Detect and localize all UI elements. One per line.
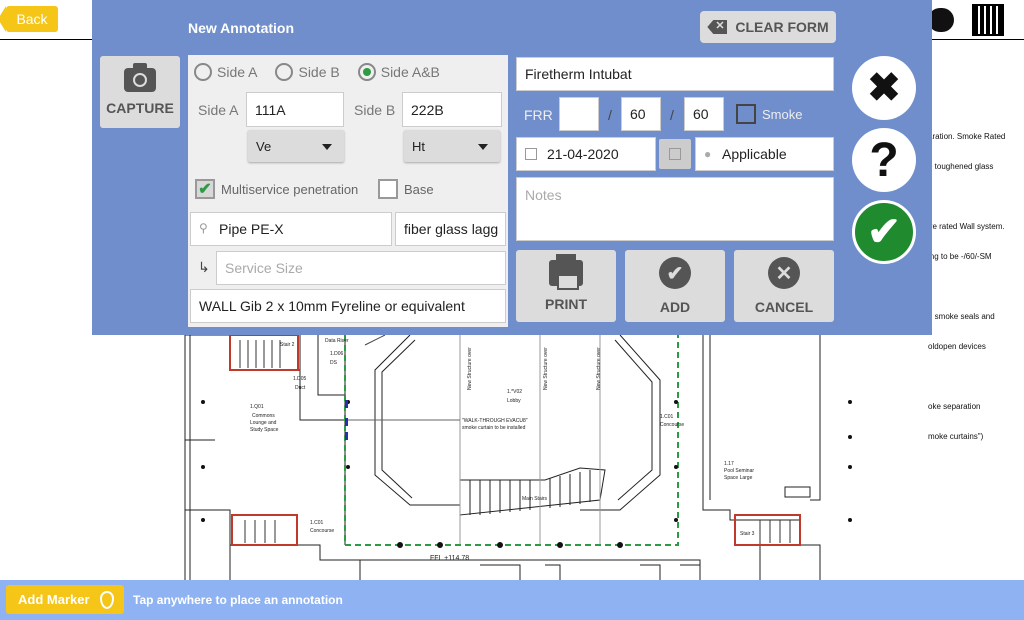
side-b-input[interactable]: 222B <box>402 92 502 127</box>
label-q01: 1.Q01 <box>250 404 264 410</box>
label-ffl: FFL +114.78 <box>430 555 469 562</box>
label-d05: 1.D05 <box>293 376 307 382</box>
label-v02: 1.*V02 <box>507 389 522 395</box>
cancel-button[interactable]: ✕ CANCEL <box>734 250 834 322</box>
label-stair2: Stair 2 <box>280 342 295 348</box>
side-b-select[interactable]: Ht <box>404 130 500 162</box>
check-icon: ✔ <box>195 179 215 199</box>
label-curtain: smoke curtain to be installed <box>462 425 526 431</box>
label-new-structure-1: New Structure over <box>467 347 473 390</box>
frr-input-3[interactable]: 60 <box>684 97 724 131</box>
radio-side-ab[interactable]: Side A&B <box>357 63 440 81</box>
label-new-structure-3: New Structure over <box>596 347 602 390</box>
help-button[interactable]: ? <box>852 128 916 192</box>
multiservice-checkbox[interactable]: ✔ Multiservice penetration <box>195 179 358 199</box>
capture-label: CAPTURE <box>106 100 174 116</box>
check-icon: ✔ <box>867 210 901 254</box>
label-s17: 1.17 <box>724 461 734 467</box>
label-concourse-bottom: Concourse <box>310 528 334 534</box>
date-picker-button[interactable] <box>659 139 691 169</box>
check-circle-icon: ✔ <box>659 257 691 289</box>
date-input[interactable]: 21-04-2020 <box>516 137 656 171</box>
printer-icon <box>549 254 583 290</box>
chevron-down-icon <box>478 144 488 150</box>
smoke-checkbox[interactable]: Smoke <box>736 104 802 124</box>
marker-pin-icon <box>99 590 114 609</box>
label-study: Study Space <box>250 427 279 433</box>
print-button[interactable]: PRINT <box>516 250 616 322</box>
label-stair3: Stair 3 <box>740 531 755 537</box>
close-icon: ✖ <box>867 66 901 110</box>
label-lobby: Lobby <box>507 398 521 404</box>
label-c01-bottom: 1.C01 <box>310 520 324 526</box>
wall-type-input[interactable]: WALL Gib 2 x 10mm Fyreline or equivalent <box>190 289 506 323</box>
camera-icon <box>124 63 156 92</box>
clear-form-button[interactable]: ✕ CLEAR FORM <box>700 11 836 43</box>
radio-side-a[interactable]: Side A <box>194 63 257 81</box>
notes-textarea[interactable]: Notes <box>516 177 834 241</box>
pipe-icon: ⚲ <box>199 221 208 235</box>
frr-input-1[interactable] <box>559 97 599 131</box>
label-main-stairs: Main Stairs <box>522 496 548 502</box>
side-radio-group: Side A Side B Side A&B <box>194 63 440 81</box>
label-space-large: Space Large <box>724 475 753 481</box>
label-duct: Duct <box>295 385 306 391</box>
label-commons: Commons <box>252 413 275 419</box>
hint-text: Tap anywhere to place an annotation <box>133 593 343 607</box>
label-lounge: Lounge and <box>250 420 277 426</box>
panel-title: New Annotation <box>188 20 295 36</box>
bottom-bar: Add Marker Tap anywhere to place an anno… <box>0 580 1024 620</box>
radio-side-b[interactable]: Side B <box>275 63 340 81</box>
qr-code-icon[interactable] <box>972 4 1004 36</box>
side-a-input[interactable]: 111A <box>246 92 344 127</box>
frr-label: FRR <box>524 107 553 123</box>
new-annotation-panel: New Annotation ✕ CLEAR FORM CAPTURE Side… <box>92 0 932 335</box>
label-new-structure-2: New Structure over <box>543 347 549 390</box>
backspace-icon: ✕ <box>707 20 728 34</box>
frr-slash-1: / <box>608 107 612 123</box>
label-concourse-top: Concourse <box>660 422 684 428</box>
frr-input-2[interactable]: 60 <box>621 97 661 131</box>
person-icon: ● <box>704 147 712 161</box>
service-size-input[interactable]: Service Size <box>216 251 506 285</box>
sub-arrow-icon: ↳ <box>198 259 210 275</box>
capture-button[interactable]: CAPTURE <box>100 56 180 128</box>
label-pool: Pool Seminar <box>724 468 754 474</box>
close-button[interactable]: ✖ <box>852 56 916 120</box>
label-walk: "WALK-THROUGH EVACU8" <box>462 418 528 424</box>
product-input[interactable]: Firetherm Intubat <box>516 57 834 91</box>
service-type-input[interactable]: ⚲ Pipe PE-X <box>190 212 392 246</box>
help-icon: ? <box>869 133 899 187</box>
confirm-button[interactable]: ✔ <box>852 200 916 264</box>
label-ds: DS <box>330 360 338 366</box>
chevron-down-icon <box>322 144 332 150</box>
calendar-icon <box>525 148 537 160</box>
label-data-riser: Data Riser <box>325 338 349 344</box>
add-button[interactable]: ✔ ADD <box>625 250 725 322</box>
applicable-input[interactable]: ● Applicable <box>695 137 834 171</box>
back-button[interactable]: Back <box>0 6 58 32</box>
close-circle-icon: ✕ <box>768 257 800 289</box>
product-form: Firetherm Intubat FRR / 60 / 60 Smoke 21… <box>516 55 836 243</box>
frr-slash-2: / <box>670 107 674 123</box>
label-d06: 1.D06 <box>330 351 344 357</box>
side-a-select[interactable]: Ve <box>248 130 344 162</box>
clear-form-label: CLEAR FORM <box>735 19 829 35</box>
calendar-icon <box>669 148 681 160</box>
label-c01-top: 1.C01 <box>660 414 674 420</box>
lagging-input[interactable]: fiber glass lagg <box>395 212 506 246</box>
side-b-label: Side B <box>354 102 396 118</box>
add-marker-button[interactable]: Add Marker <box>6 585 124 614</box>
side-a-label: Side A <box>198 102 239 118</box>
base-checkbox[interactable]: Base <box>378 179 434 199</box>
penetration-form: Side A Side B Side A&B Side A 111A Side … <box>188 55 508 327</box>
